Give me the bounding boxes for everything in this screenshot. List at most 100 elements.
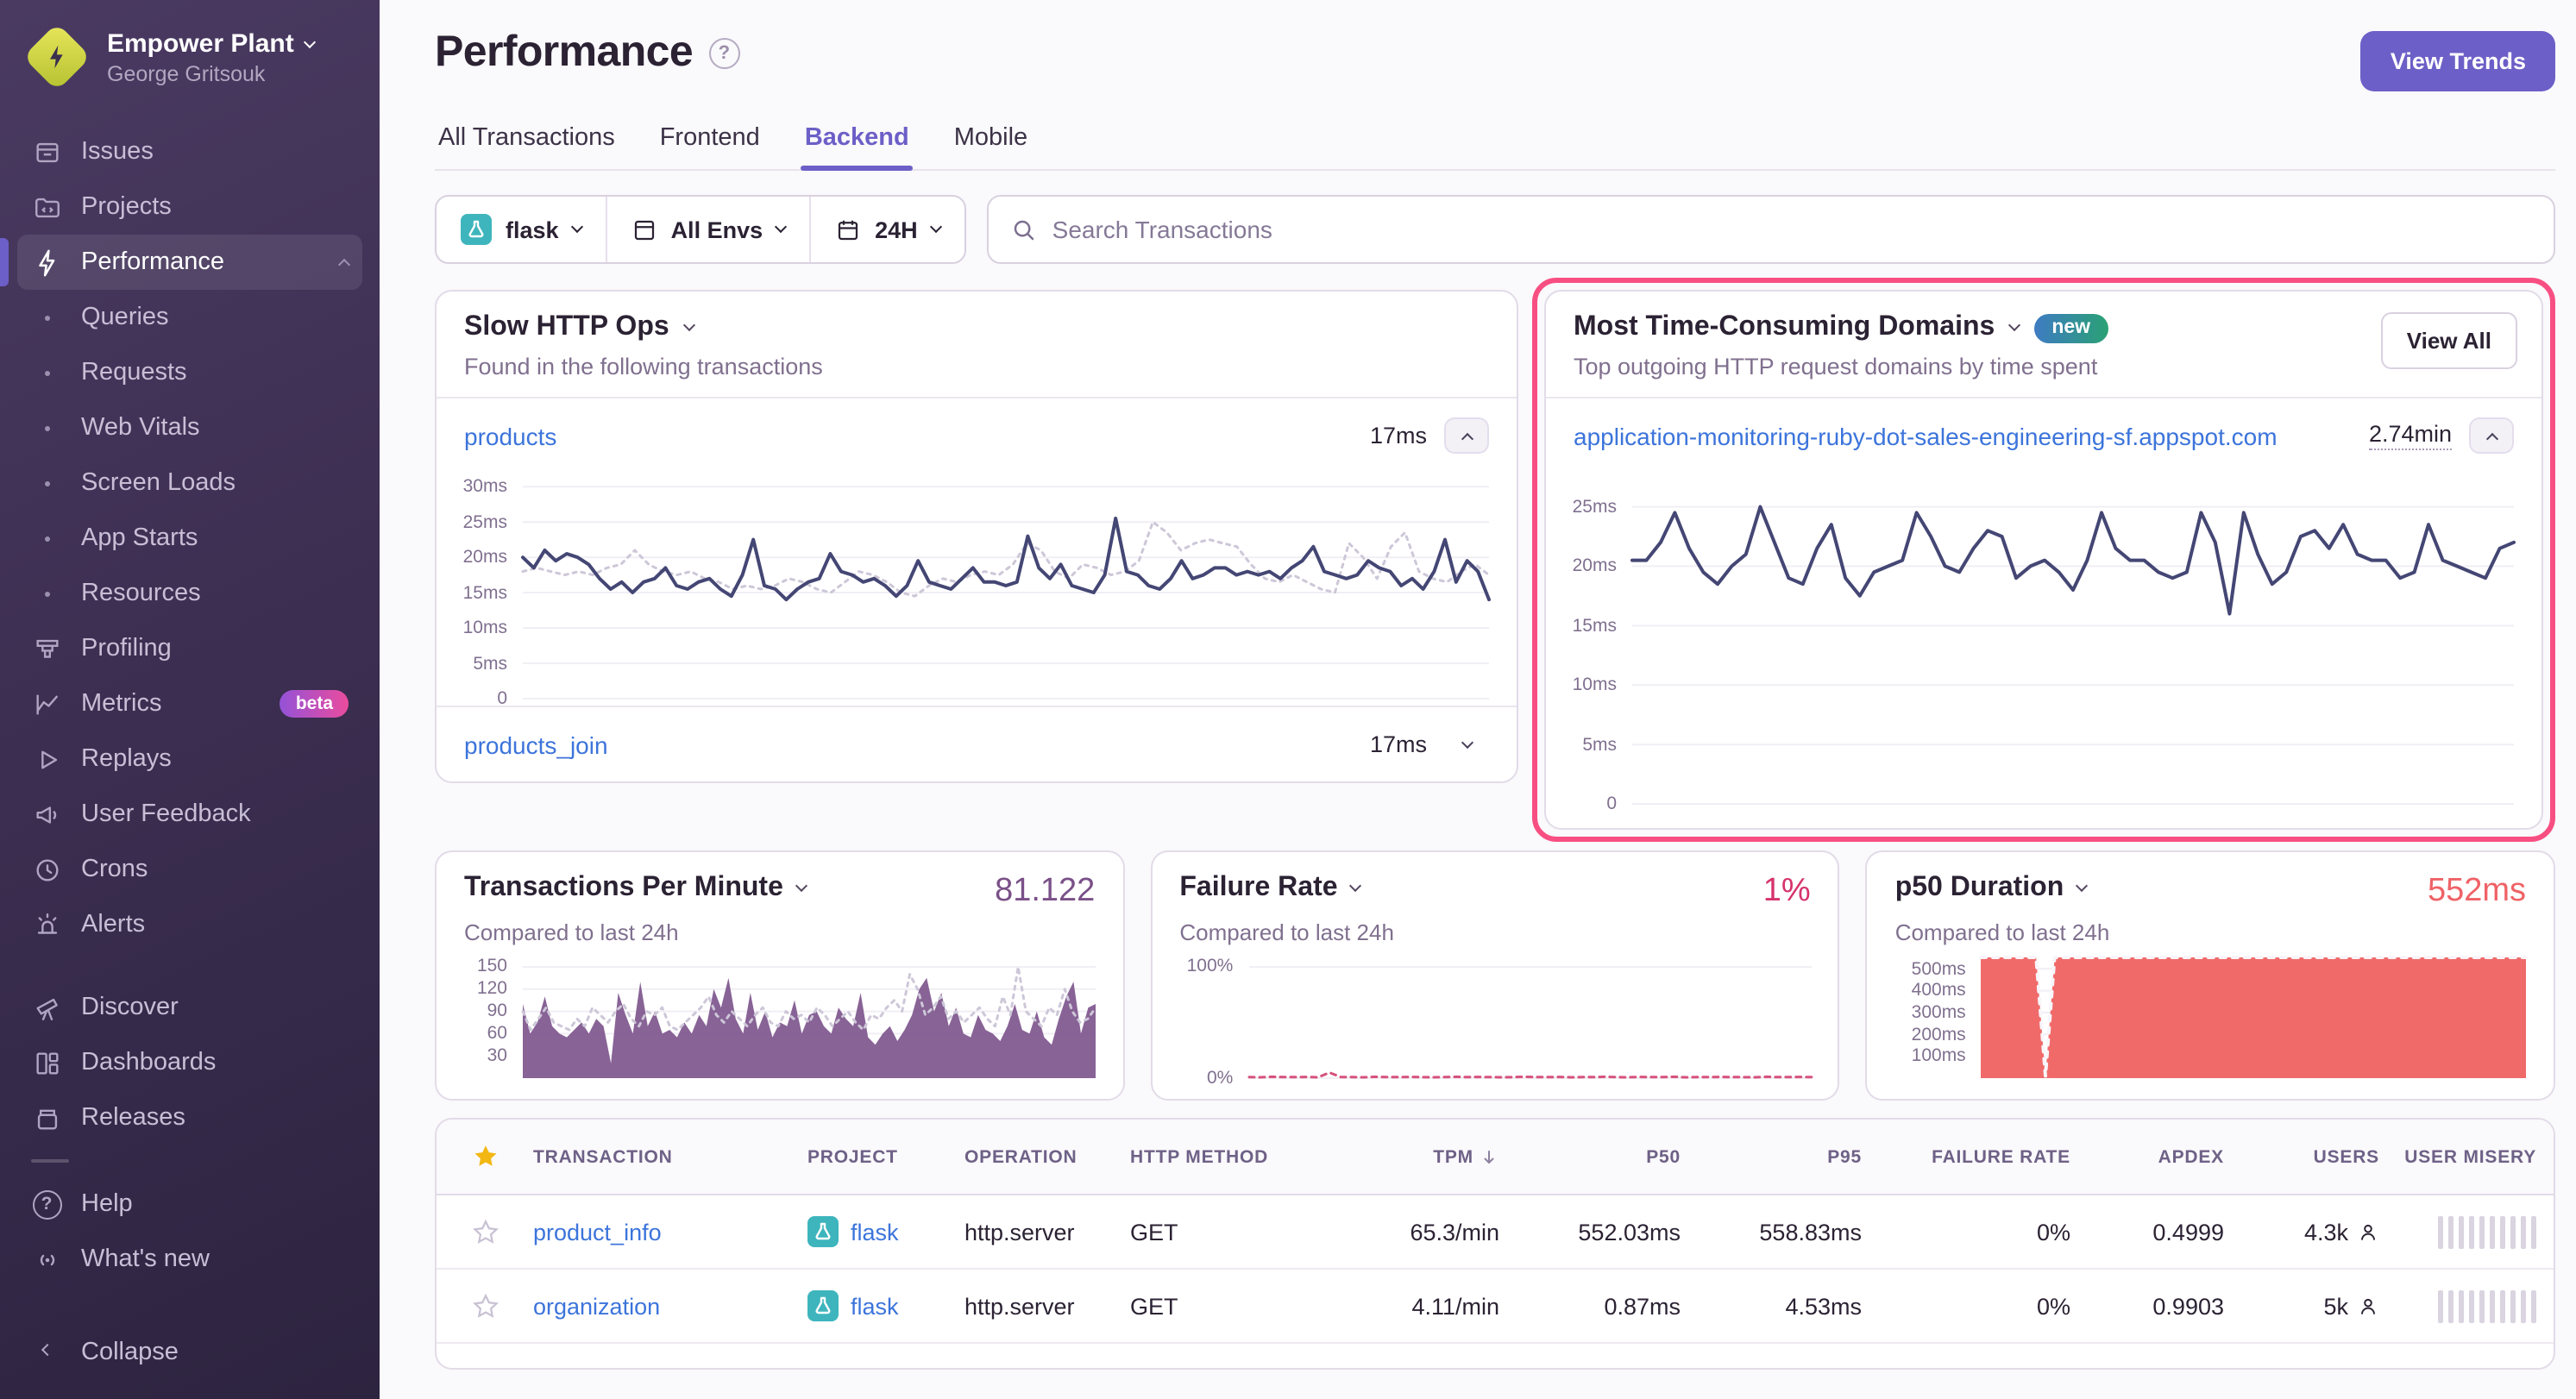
sidebar-item-releases[interactable]: Releases	[17, 1090, 362, 1145]
axis-tick-label: 15ms	[1556, 617, 1617, 636]
sidebar-item-profiling[interactable]: Profiling	[17, 621, 362, 676]
collapse-row-button[interactable]	[1444, 417, 1489, 454]
transaction-link[interactable]: product_info	[533, 1219, 807, 1245]
axis-tick-label: 0	[447, 690, 507, 709]
sidebar-item-queries[interactable]: Queries	[17, 290, 362, 345]
highlight-outline: Most Time-Consuming Domains new Top outg…	[1532, 278, 2555, 842]
tab-mobile[interactable]: Mobile	[951, 114, 1031, 169]
sidebar-item-user-feedback[interactable]: User Feedback	[17, 787, 362, 842]
sidebar-item-label: Help	[81, 1190, 133, 1218]
column-header[interactable]: OPERATION	[964, 1146, 1130, 1167]
axis-tick-label: 20ms	[447, 549, 507, 568]
sidebar-item-alerts[interactable]: Alerts	[17, 897, 362, 952]
time-range-filter[interactable]: 24H	[809, 197, 964, 262]
sidebar-item-app-starts[interactable]: App Starts	[17, 511, 362, 566]
widget-title-dropdown[interactable]: Transactions Per Minute	[464, 873, 806, 904]
sidebar-item-whats-new[interactable]: What's new	[17, 1232, 362, 1287]
sidebar-item-screen-loads[interactable]: Screen Loads	[17, 455, 362, 511]
tab-frontend[interactable]: Frontend	[657, 114, 763, 169]
transaction-row-products-join: products_join 17ms	[437, 707, 1517, 781]
sidebar-item-performance[interactable]: Performance	[17, 235, 362, 290]
star-outline-button[interactable]	[437, 1291, 533, 1321]
sidebar-item-help[interactable]: ? Help	[17, 1176, 362, 1232]
flask-project-icon	[807, 1216, 839, 1247]
broadcast-icon	[31, 1244, 62, 1275]
column-header[interactable]: HTTP METHOD	[1130, 1146, 1299, 1167]
sidebar-item-metrics[interactable]: Metrics beta	[17, 676, 362, 731]
transaction-link[interactable]: products_join	[464, 731, 608, 758]
failure-rate-widget: Failure Rate 1% Compared to last 24h 100…	[1150, 850, 1839, 1101]
column-header-sorted[interactable]: TPM	[1299, 1146, 1513, 1167]
domain-link[interactable]: application-monitoring-ruby-dot-sales-en…	[1574, 422, 2278, 449]
sidebar-item-dashboards[interactable]: Dashboards	[17, 1035, 362, 1090]
issues-icon	[31, 136, 62, 167]
view-trends-button[interactable]: View Trends	[2361, 31, 2555, 91]
failure-rate-cell: 0%	[1875, 1219, 2084, 1245]
sidebar-item-replays[interactable]: Replays	[17, 731, 362, 787]
column-header[interactable]: P50	[1513, 1146, 1694, 1167]
http-method-cell: GET	[1130, 1219, 1299, 1245]
projects-icon	[31, 191, 62, 223]
expand-row-button[interactable]	[1444, 743, 1489, 746]
sidebar-item-discover[interactable]: Discover	[17, 980, 362, 1035]
search-transactions-input[interactable]: Search Transactions	[987, 195, 2555, 264]
sidebar-collapse-button[interactable]: Collapse	[17, 1325, 362, 1380]
sidebar-item-label: Issues	[81, 138, 154, 166]
active-accent-bar	[0, 238, 9, 286]
active-tab-underline	[801, 165, 913, 171]
sidebar-item-label: Dashboards	[81, 1049, 216, 1076]
column-header[interactable]: FAILURE RATE	[1875, 1146, 2084, 1167]
column-header[interactable]: TRANSACTION	[533, 1146, 807, 1167]
axis-tick-label: 500ms	[1895, 960, 1966, 979]
column-header[interactable]: USERS	[2238, 1146, 2393, 1167]
sidebar-item-web-vitals[interactable]: Web Vitals	[17, 400, 362, 455]
sidebar-item-label: App Starts	[81, 524, 198, 552]
axis-tick-label: 0%	[1179, 1070, 1233, 1088]
view-all-button[interactable]: View All	[2381, 312, 2517, 369]
transaction-link[interactable]: organization	[533, 1293, 807, 1319]
search-icon	[1011, 216, 1037, 242]
org-switcher[interactable]: Empower Plant George Gritsouk	[0, 0, 380, 100]
sidebar-item-resources[interactable]: Resources	[17, 566, 362, 621]
bullet-icon	[31, 357, 62, 388]
project-cell[interactable]: flask	[807, 1216, 964, 1247]
project-cell[interactable]: flask	[807, 1290, 964, 1321]
axis-tick-label: 400ms	[1895, 982, 1966, 1001]
flask-project-icon	[461, 214, 492, 245]
tab-backend[interactable]: Backend	[801, 114, 913, 169]
axis-tick-label: 25ms	[1556, 499, 1617, 518]
column-header[interactable]: USER MISERY	[2393, 1146, 2554, 1167]
widget-title-dropdown[interactable]: Failure Rate	[1179, 873, 1360, 904]
sidebar: Empower Plant George Gritsouk Issues Pro…	[0, 0, 380, 1399]
sidebar-item-label: Alerts	[81, 911, 145, 938]
collapse-row-button[interactable]	[2469, 417, 2514, 454]
sidebar-item-projects[interactable]: Projects	[17, 179, 362, 235]
environment-filter[interactable]: All Envs	[606, 197, 810, 262]
sidebar-item-label: What's new	[81, 1245, 210, 1273]
metrics-icon	[31, 688, 62, 719]
column-header[interactable]: P95	[1694, 1146, 1875, 1167]
new-badge: new	[2034, 313, 2108, 342]
panel-title-dropdown[interactable]: Slow HTTP Ops	[464, 312, 1489, 343]
sidebar-item-requests[interactable]: Requests	[17, 345, 362, 400]
sidebar-item-issues[interactable]: Issues	[17, 124, 362, 179]
profiling-icon	[31, 633, 62, 664]
apdex-cell: 0.4999	[2084, 1219, 2238, 1245]
star-column-header[interactable]	[437, 1142, 533, 1171]
tab-all-transactions[interactable]: All Transactions	[435, 114, 619, 169]
operation-cell: http.server	[964, 1219, 1130, 1245]
column-header[interactable]: PROJECT	[807, 1146, 964, 1167]
sidebar-item-crons[interactable]: Crons	[17, 842, 362, 897]
transaction-link[interactable]: products	[464, 422, 556, 449]
column-header[interactable]: APDEX	[2084, 1146, 2238, 1167]
siren-icon	[31, 909, 62, 940]
filter-group: flask All Envs 24H	[435, 195, 966, 264]
project-filter[interactable]: flask	[437, 197, 606, 262]
star-outline-button[interactable]	[437, 1217, 533, 1246]
org-name: Empower Plant	[107, 28, 294, 60]
widget-title-dropdown[interactable]: p50 Duration	[1895, 873, 2087, 904]
panel-subtitle: Found in the following transactions	[464, 354, 1489, 380]
bullet-icon	[31, 302, 62, 333]
panel-title-dropdown[interactable]: Most Time-Consuming Domains new	[1574, 312, 2514, 343]
help-circle-icon[interactable]: ?	[708, 37, 739, 68]
